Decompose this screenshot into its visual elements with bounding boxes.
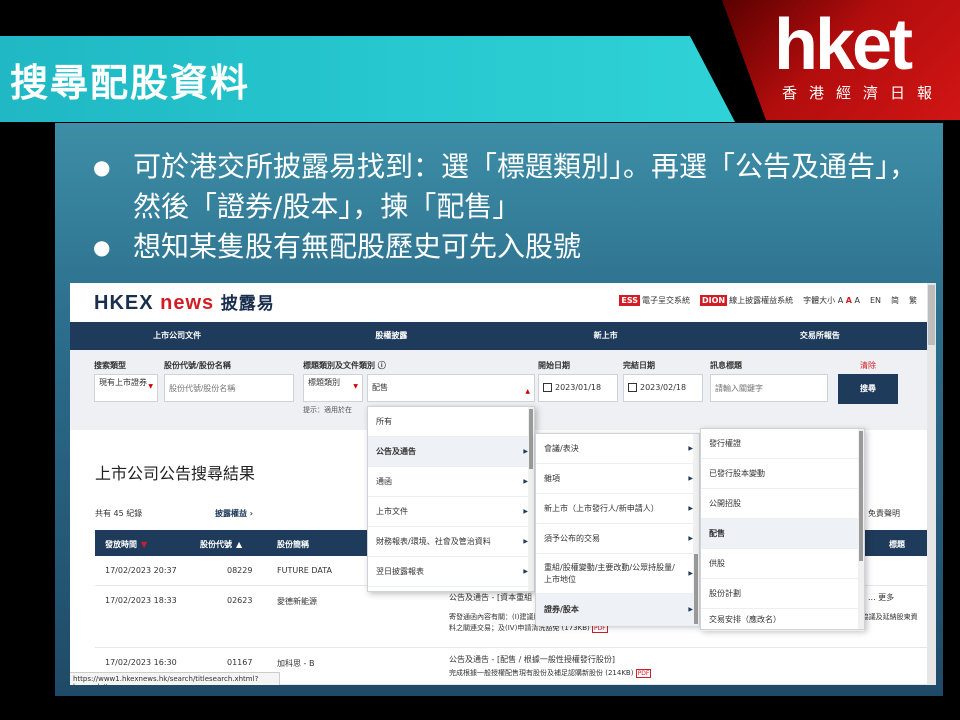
ess-link[interactable]: ESS 電子呈交系統 bbox=[619, 295, 690, 306]
hkex-logo-main: HKEX bbox=[94, 292, 154, 314]
menu-item[interactable]: 財務報表/環境、社會及管治資料 ▶ bbox=[368, 527, 534, 557]
end-date-label: 完結日期 bbox=[623, 361, 655, 370]
headline-input[interactable] bbox=[710, 374, 828, 402]
chevron-down-icon: ▼ bbox=[148, 383, 153, 390]
hkex-header: HKEX news 披露易 ESS 電子呈交系統 DION 線上披露權益系統 字體大… bbox=[70, 283, 927, 321]
menu-item[interactable]: 所有 bbox=[368, 407, 534, 437]
calendar-icon bbox=[543, 383, 552, 392]
menu-item[interactable]: 公告及通告 ▶ bbox=[368, 437, 534, 467]
menu-item[interactable]: 已發行股本變動 bbox=[701, 459, 864, 489]
col-headline[interactable]: 標題 bbox=[889, 539, 905, 550]
stock-label: 股份代號/股份名稱 bbox=[164, 361, 231, 370]
nav-disclosure[interactable]: 股權披露 bbox=[284, 322, 498, 350]
lang-sc-link[interactable]: 简 bbox=[891, 295, 899, 306]
menu-scrollbar[interactable] bbox=[858, 429, 864, 629]
menu-item[interactable]: 交易安排（應改名） bbox=[701, 609, 864, 631]
menu-item[interactable]: 公開招股 bbox=[701, 489, 864, 519]
menu-item[interactable]: 上市文件 ▶ bbox=[368, 497, 534, 527]
hkex-logo[interactable]: HKEX news 披露易 bbox=[94, 289, 275, 315]
results-count: 共有 45 紀錄 bbox=[95, 509, 143, 518]
menu-item[interactable]: 翌日披露報表 ▶ bbox=[368, 557, 534, 587]
more-link[interactable]: ... 更多 bbox=[868, 592, 894, 603]
disclaimer-link[interactable]: 免責聲明 bbox=[868, 508, 900, 519]
bullet-item: 可於港交所披露易找到：選「標題類別」。再選「公告及通告」，然後「證券/股本」，揀… bbox=[93, 147, 933, 227]
search-button[interactable]: 搜尋 bbox=[838, 374, 898, 404]
font-medium-button[interactable]: A bbox=[846, 296, 852, 305]
page-scrollbar[interactable] bbox=[927, 283, 936, 685]
menu-item[interactable]: 證券/股本 ▶ bbox=[536, 594, 699, 626]
lang-en-link[interactable]: EN bbox=[870, 296, 881, 305]
search-type-select[interactable]: 現有上市證券 ▼ bbox=[94, 374, 158, 402]
title-band: 搜尋配股資料 bbox=[0, 36, 735, 122]
sort-down-icon: ▼ bbox=[141, 540, 148, 549]
search-type-label: 搜索類型 bbox=[94, 361, 126, 370]
slide: 搜尋配股資料 hket 香港經濟日報 可於港交所披露易找到：選「標題類別」。再選… bbox=[0, 0, 960, 720]
results-title: 上市公司公告搜尋結果 bbox=[95, 464, 256, 483]
nav-listed-docs[interactable]: 上市公司文件 bbox=[70, 322, 284, 350]
font-large-button[interactable]: A bbox=[854, 296, 859, 305]
menu-item[interactable]: 新上市（上市發行人/新申請人） ▶ bbox=[536, 494, 699, 524]
col-time[interactable]: 發放時間 ▼ bbox=[105, 539, 147, 550]
menu-item[interactable]: 雜項 ▶ bbox=[536, 464, 699, 494]
bullet-list: 可於港交所披露易找到：選「標題類別」。再選「公告及通告」，然後「證券/股本」，揀… bbox=[93, 147, 933, 267]
chevron-up-icon: ▲ bbox=[525, 388, 530, 395]
font-small-button[interactable]: A bbox=[838, 296, 843, 305]
menu-item[interactable]: 通函 ▶ bbox=[368, 467, 534, 497]
hint-text: 提示：適用於在 bbox=[303, 406, 352, 414]
menu-item[interactable]: 發行權證 bbox=[701, 429, 864, 459]
logo-brand: hket bbox=[774, 5, 913, 85]
hket-logo: hket 香港經濟日報 bbox=[722, 0, 960, 120]
stock-input[interactable] bbox=[164, 374, 294, 402]
slide-title: 搜尋配股資料 bbox=[10, 61, 251, 105]
sort-up-icon: ▲ bbox=[236, 540, 243, 549]
menu-item[interactable]: 會議/表決 ▶ bbox=[536, 434, 699, 464]
hkex-logo-dis: 披露易 bbox=[220, 294, 275, 314]
menu-item[interactable]: 配售 bbox=[701, 519, 864, 549]
category-select[interactable]: 標題類別 ▼ bbox=[303, 374, 363, 402]
lang-tc-link[interactable]: 繁 bbox=[909, 295, 917, 306]
start-date-field[interactable]: 2023/01/18 bbox=[538, 374, 618, 402]
hkex-screenshot: HKEX news 披露易 ESS 電子呈交系統 DION 線上披露權益系統 字體大… bbox=[70, 283, 936, 685]
doc-type-menu: 所有 公告及通告 ▶ 通函 ▶ 上市文件 ▶ 財務報表/環境、社會及管治資料 ▶ 翌日披… bbox=[367, 406, 535, 592]
clear-link[interactable]: 清除 bbox=[860, 360, 876, 371]
menu-item[interactable]: 供股 bbox=[701, 549, 864, 579]
scrollbar-thumb[interactable] bbox=[928, 285, 935, 345]
calendar-icon bbox=[628, 383, 637, 392]
pdf-icon: PDF bbox=[635, 669, 652, 678]
start-date-label: 開始日期 bbox=[538, 361, 570, 370]
info-icon[interactable]: ⓘ bbox=[378, 361, 386, 370]
menu-scrollbar[interactable] bbox=[693, 434, 699, 624]
sub-sub-menu: 發行權證 已發行股本變動 公開招股 配售 供股 股份計劃 交易安排（應改名） bbox=[700, 428, 865, 631]
status-url: https://www1.hkexnews.hk/search/titlesea… bbox=[70, 672, 280, 685]
menu-item[interactable]: 須予公布的交易 ▶ bbox=[536, 524, 699, 554]
menu-item[interactable]: 股份計劃 bbox=[701, 579, 864, 609]
dion-link[interactable]: DION 線上披露權益系統 bbox=[700, 295, 793, 306]
header-links: ESS 電子呈交系統 DION 線上披露權益系統 字體大小 A A A EN 简 繁 bbox=[619, 295, 917, 306]
headline-label: 訊息標題 bbox=[710, 361, 742, 370]
col-code[interactable]: 股份代號 ▲ bbox=[200, 539, 242, 550]
menu-item[interactable]: 重組/股權變動/主要改動/公眾持股量/上市地位 ▶ bbox=[536, 554, 699, 594]
font-size-control: 字體大小 A A A bbox=[803, 296, 860, 305]
category-label: 標題類別及文件類別 ⓘ bbox=[303, 361, 386, 370]
menu-scrollbar[interactable] bbox=[528, 407, 534, 591]
sub-menu: 會議/表決 ▶ 雜項 ▶ 新上市（上市發行人/新申請人） ▶ 須予公布的交易 ▶ 重組/… bbox=[535, 433, 700, 626]
main-nav: 上市公司文件 股權披露 新上市 交易所報告 bbox=[70, 322, 927, 350]
bullet-item: 想知某隻股有無配股歷史可先入股號 bbox=[93, 227, 933, 267]
chevron-down-icon: ▼ bbox=[353, 383, 358, 390]
col-name[interactable]: 股份簡稱 bbox=[277, 539, 309, 550]
hkex-logo-news: news bbox=[160, 292, 215, 314]
end-date-field[interactable]: 2023/02/18 bbox=[623, 374, 703, 402]
nav-exchange-reports[interactable]: 交易所報告 bbox=[713, 322, 927, 350]
logo-sub: 香港經濟日報 bbox=[782, 84, 945, 102]
nav-new-listing[interactable]: 新上市 bbox=[499, 322, 713, 350]
row-detail[interactable]: 完成根據一般授權配售現有股份及補足認購新股份 (214KB) PDF bbox=[449, 668, 889, 678]
doc-type-select[interactable]: 配售 ▲ bbox=[367, 374, 535, 402]
disclosure-link[interactable]: 披露權益 › bbox=[215, 508, 253, 519]
